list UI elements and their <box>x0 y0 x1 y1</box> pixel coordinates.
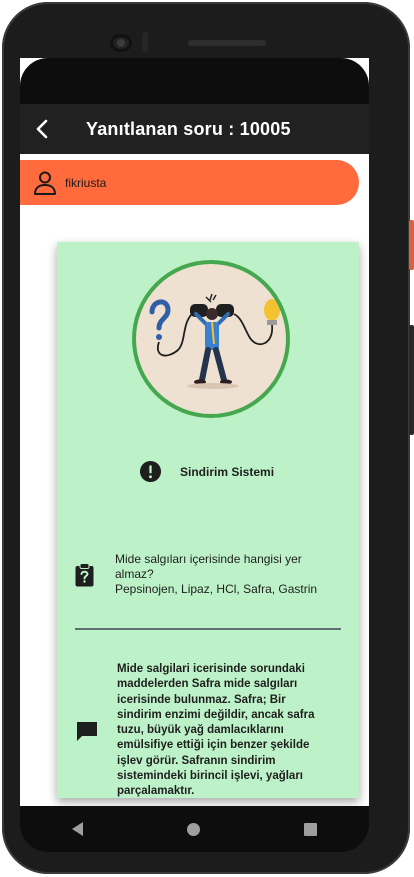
person-icon <box>34 171 56 195</box>
app-bar: Yanıtlanan soru : 10005 <box>20 104 369 154</box>
answer-row: Mide salgilari icerisinde sorundaki madd… <box>75 662 322 800</box>
question-row: Mide salgıları içerisinde hangisi yer al… <box>75 552 325 597</box>
nav-back-icon[interactable] <box>72 822 83 836</box>
sensor <box>142 32 148 52</box>
username: fikriusta <box>65 175 107 190</box>
power-button <box>409 325 414 435</box>
user-bar: fikriusta <box>20 160 359 205</box>
question-options: Pepsinojen, Lipaz, HCl, Safra, Gastrin <box>115 582 318 596</box>
alert-circle-icon <box>139 460 162 483</box>
question-text: Mide salgıları içerisinde hangisi yer al… <box>115 552 325 597</box>
answer-text: Mide salgilari icerisinde sorundaki madd… <box>117 663 315 798</box>
topic-illustration <box>132 260 290 418</box>
nav-recents-icon[interactable] <box>304 822 317 836</box>
comment-icon <box>77 721 97 741</box>
volume-button <box>409 220 414 270</box>
topic-label: Sindirim Sistemi <box>180 464 275 479</box>
page-title: Yanıtlanan soru : 10005 <box>86 118 291 139</box>
nav-home-icon[interactable] <box>187 822 200 836</box>
topic-row: Sindirim Sistemi <box>139 460 274 483</box>
question-body: Mide salgıları içerisinde hangisi yer al… <box>115 552 302 581</box>
status-bar <box>20 58 369 104</box>
arrow-back-icon <box>36 119 48 139</box>
front-camera <box>110 34 132 52</box>
back-button[interactable] <box>22 104 62 154</box>
plug-man-illustration <box>149 293 280 389</box>
system-nav-bar <box>20 806 369 852</box>
clipboard-question-icon <box>75 562 94 586</box>
answer-card: Sindirim Sistemi Mide salgıları içerisin… <box>57 242 359 798</box>
app-screen: Yanıtlanan soru : 10005 fikriusta Sindir… <box>20 58 369 806</box>
divider <box>75 628 341 630</box>
earpiece-speaker <box>188 40 266 46</box>
